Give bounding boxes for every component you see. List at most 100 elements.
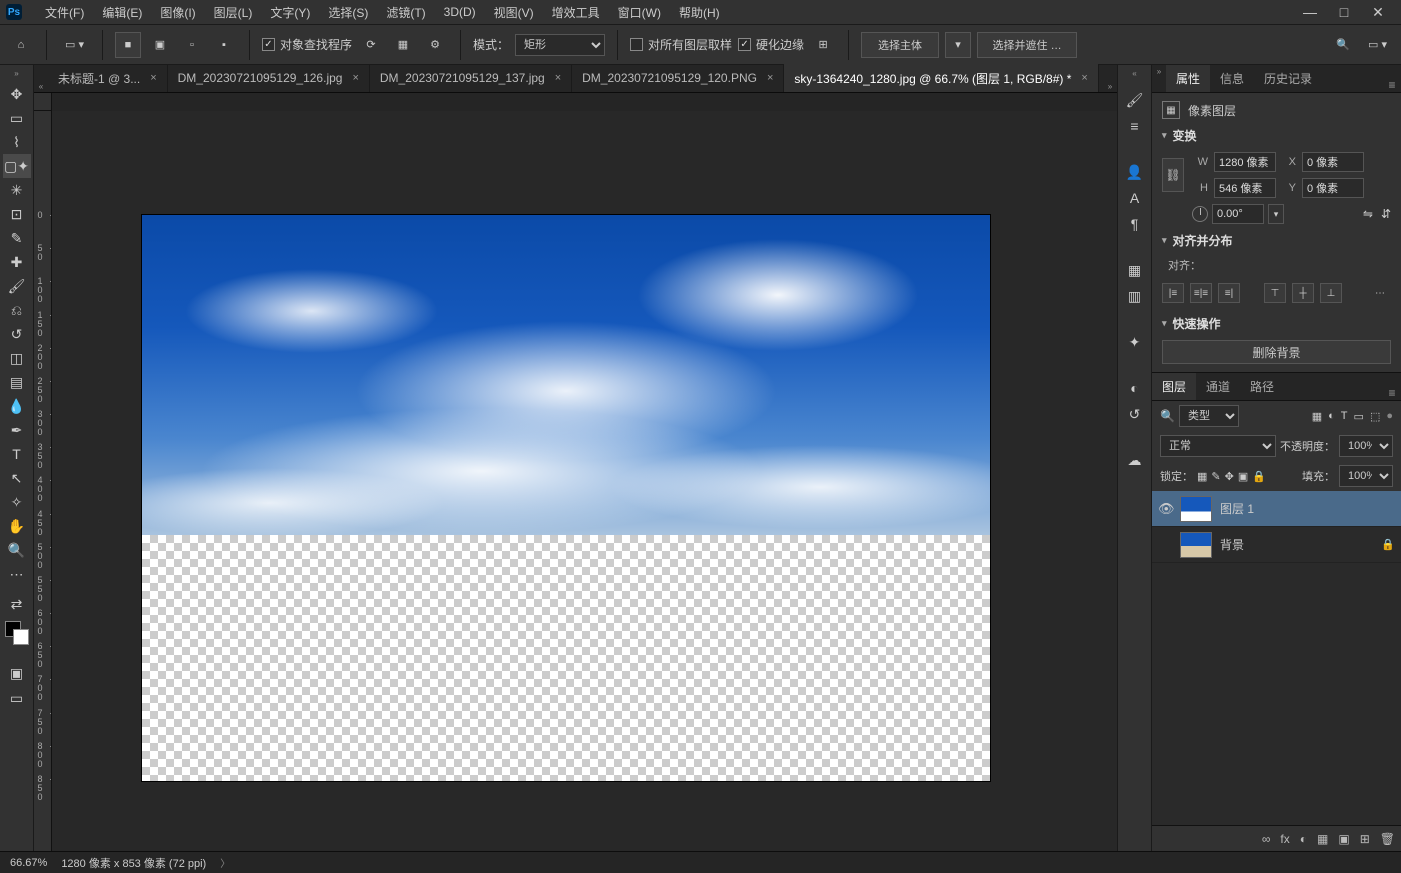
- menu-9[interactable]: 增效工具: [543, 0, 609, 25]
- flip-horizontal-icon[interactable]: ⇋: [1363, 207, 1373, 221]
- align-right-icon[interactable]: ≡|: [1218, 283, 1240, 303]
- lasso-tool[interactable]: ⌇: [3, 130, 31, 154]
- tab-properties[interactable]: 属性: [1166, 65, 1210, 92]
- mode-select[interactable]: 矩形: [515, 34, 605, 56]
- paragraph-icon[interactable]: ¶: [1122, 211, 1148, 237]
- settings-icon[interactable]: ⚙: [422, 32, 448, 58]
- home-button[interactable]: ⌂: [8, 32, 34, 58]
- more-tool[interactable]: ⋯: [3, 562, 31, 586]
- select-subject-dropdown[interactable]: ▾: [945, 32, 971, 58]
- ruler-vertical[interactable]: 0501001502002503003504004505005506006507…: [34, 111, 52, 851]
- marquee-tool[interactable]: ▭: [3, 106, 31, 130]
- text-icon[interactable]: A: [1122, 185, 1148, 211]
- align-vcenter-icon[interactable]: ┼: [1292, 283, 1314, 303]
- edit-toolbar-icon[interactable]: ⇄: [3, 592, 31, 616]
- tab-info[interactable]: 信息: [1210, 65, 1254, 92]
- layer-footer-icon-6[interactable]: 🗑: [1380, 832, 1395, 846]
- document-tab-4[interactable]: sky-1364240_1280.jpg @ 66.7% (图层 1, RGB/…: [784, 64, 1098, 92]
- layer-row[interactable]: 👁 图层 1: [1152, 491, 1401, 527]
- toolbox-expand[interactable]: »: [0, 69, 33, 81]
- menu-6[interactable]: 滤镜(T): [377, 0, 434, 25]
- document-tab-0[interactable]: 未标题-1 @ 3...×: [48, 64, 168, 92]
- menu-7[interactable]: 3D(D): [435, 0, 485, 25]
- layers-menu-icon[interactable]: ≡: [1383, 386, 1401, 400]
- document-canvas[interactable]: [142, 215, 990, 781]
- eraser-tool[interactable]: ◫: [3, 346, 31, 370]
- lock-pos-icon[interactable]: ✥: [1225, 470, 1234, 483]
- tool-preset-dropdown[interactable]: ▭ ▾: [59, 32, 90, 58]
- brush-tool[interactable]: 🖌: [3, 274, 31, 298]
- link-WH-icon[interactable]: ⛓: [1162, 158, 1184, 192]
- overlay-icon[interactable]: ▦: [390, 32, 416, 58]
- lock-paint-icon[interactable]: ✎: [1211, 470, 1220, 483]
- stamp-tool[interactable]: ⎌: [3, 298, 31, 322]
- layer-name[interactable]: 图层 1: [1220, 500, 1254, 517]
- sample-all-layers-checkbox[interactable]: 对所有图层取样: [630, 36, 732, 53]
- tab-scroll-left[interactable]: «: [34, 80, 48, 92]
- tab-scroll-right[interactable]: »: [1103, 80, 1117, 92]
- menu-2[interactable]: 图像(I): [151, 0, 204, 25]
- wand-tool[interactable]: ✳: [3, 178, 31, 202]
- filter-adjust-icon[interactable]: ◐: [1328, 410, 1335, 423]
- width-input[interactable]: [1214, 152, 1276, 172]
- pen-tool[interactable]: ✒: [3, 418, 31, 442]
- crop-tool[interactable]: ⊡: [3, 202, 31, 226]
- layer-visibility-icon[interactable]: 👁: [1158, 501, 1172, 517]
- maximize-button[interactable]: □: [1337, 4, 1351, 21]
- hand-tool[interactable]: ✋: [3, 514, 31, 538]
- layer-footer-icon-4[interactable]: ▣: [1338, 832, 1349, 846]
- healing-tool[interactable]: ✚: [3, 250, 31, 274]
- menu-1[interactable]: 编辑(E): [93, 0, 151, 25]
- layer-footer-icon-2[interactable]: ◐: [1300, 832, 1307, 846]
- document-tab-1[interactable]: DM_20230721095129_126.jpg×: [168, 64, 370, 92]
- color-swatches[interactable]: [5, 621, 29, 645]
- tab-close-icon[interactable]: ×: [352, 72, 358, 84]
- blend-mode-select[interactable]: 正常: [1160, 435, 1276, 457]
- align-bottom-icon[interactable]: ⊥: [1320, 283, 1342, 303]
- tab-close-icon[interactable]: ×: [767, 72, 773, 84]
- lock-trans-icon[interactable]: ▦: [1197, 470, 1207, 483]
- lib2-icon[interactable]: ▥: [1122, 283, 1148, 309]
- style-icon[interactable]: ◐: [1122, 375, 1148, 401]
- add-selection-icon[interactable]: ▣: [147, 32, 173, 58]
- subtract-selection-icon[interactable]: ▫: [179, 32, 205, 58]
- filter-shape-icon[interactable]: ▭: [1354, 410, 1364, 423]
- minimize-button[interactable]: —: [1303, 4, 1317, 21]
- layer-footer-icon-1[interactable]: fx: [1280, 832, 1289, 846]
- document-tab-3[interactable]: DM_20230721095129_120.PNG×: [572, 64, 784, 92]
- blur-tool[interactable]: 💧: [3, 394, 31, 418]
- properties-menu-icon[interactable]: ≡: [1383, 78, 1401, 92]
- angle-dropdown[interactable]: ▾: [1268, 204, 1284, 224]
- angle-dial-icon[interactable]: [1192, 206, 1208, 222]
- fill-input[interactable]: 100%: [1339, 465, 1393, 487]
- layer-footer-icon-3[interactable]: ▦: [1317, 832, 1328, 846]
- filter-type-icon[interactable]: T: [1341, 410, 1348, 423]
- quick-mask-icon[interactable]: ▣: [3, 661, 31, 685]
- filter-toggle-icon[interactable]: ●: [1386, 410, 1393, 423]
- lock-artboard-icon[interactable]: ▣: [1238, 470, 1248, 483]
- history-icon[interactable]: ↺: [1122, 401, 1148, 427]
- brush-icon[interactable]: 🖌: [1122, 87, 1148, 113]
- object-finder-checkbox[interactable]: 对象查找程序: [262, 36, 352, 53]
- options-icon[interactable]: ⊞: [810, 32, 836, 58]
- sliders-icon[interactable]: ≡: [1122, 113, 1148, 139]
- layer-footer-icon-5[interactable]: ⊞: [1360, 832, 1370, 846]
- canvas-viewport[interactable]: [52, 111, 1117, 851]
- menu-10[interactable]: 窗口(W): [609, 0, 670, 25]
- tab-layers[interactable]: 图层: [1152, 373, 1196, 400]
- lib1-icon[interactable]: ▦: [1122, 257, 1148, 283]
- tab-history[interactable]: 历史记录: [1254, 65, 1322, 92]
- adjust-icon[interactable]: ✦: [1122, 329, 1148, 355]
- flip-vertical-icon[interactable]: ⇵: [1381, 207, 1391, 221]
- object-select-tool[interactable]: ▢✦: [3, 154, 31, 178]
- menu-4[interactable]: 文字(Y): [261, 0, 319, 25]
- layer-name[interactable]: 背景: [1220, 536, 1244, 553]
- lock-all-icon[interactable]: 🔒: [1252, 470, 1266, 483]
- remove-background-button[interactable]: 删除背景: [1162, 340, 1391, 364]
- move-tool[interactable]: ✥: [3, 82, 31, 106]
- align-hcenter-icon[interactable]: ≡|≡: [1190, 283, 1212, 303]
- angle-input[interactable]: [1212, 204, 1264, 224]
- filter-pixel-icon[interactable]: ▦: [1312, 410, 1322, 423]
- doc-size-readout[interactable]: 1280 像素 x 853 像素 (72 ppi): [61, 855, 206, 871]
- menu-11[interactable]: 帮助(H): [670, 0, 729, 25]
